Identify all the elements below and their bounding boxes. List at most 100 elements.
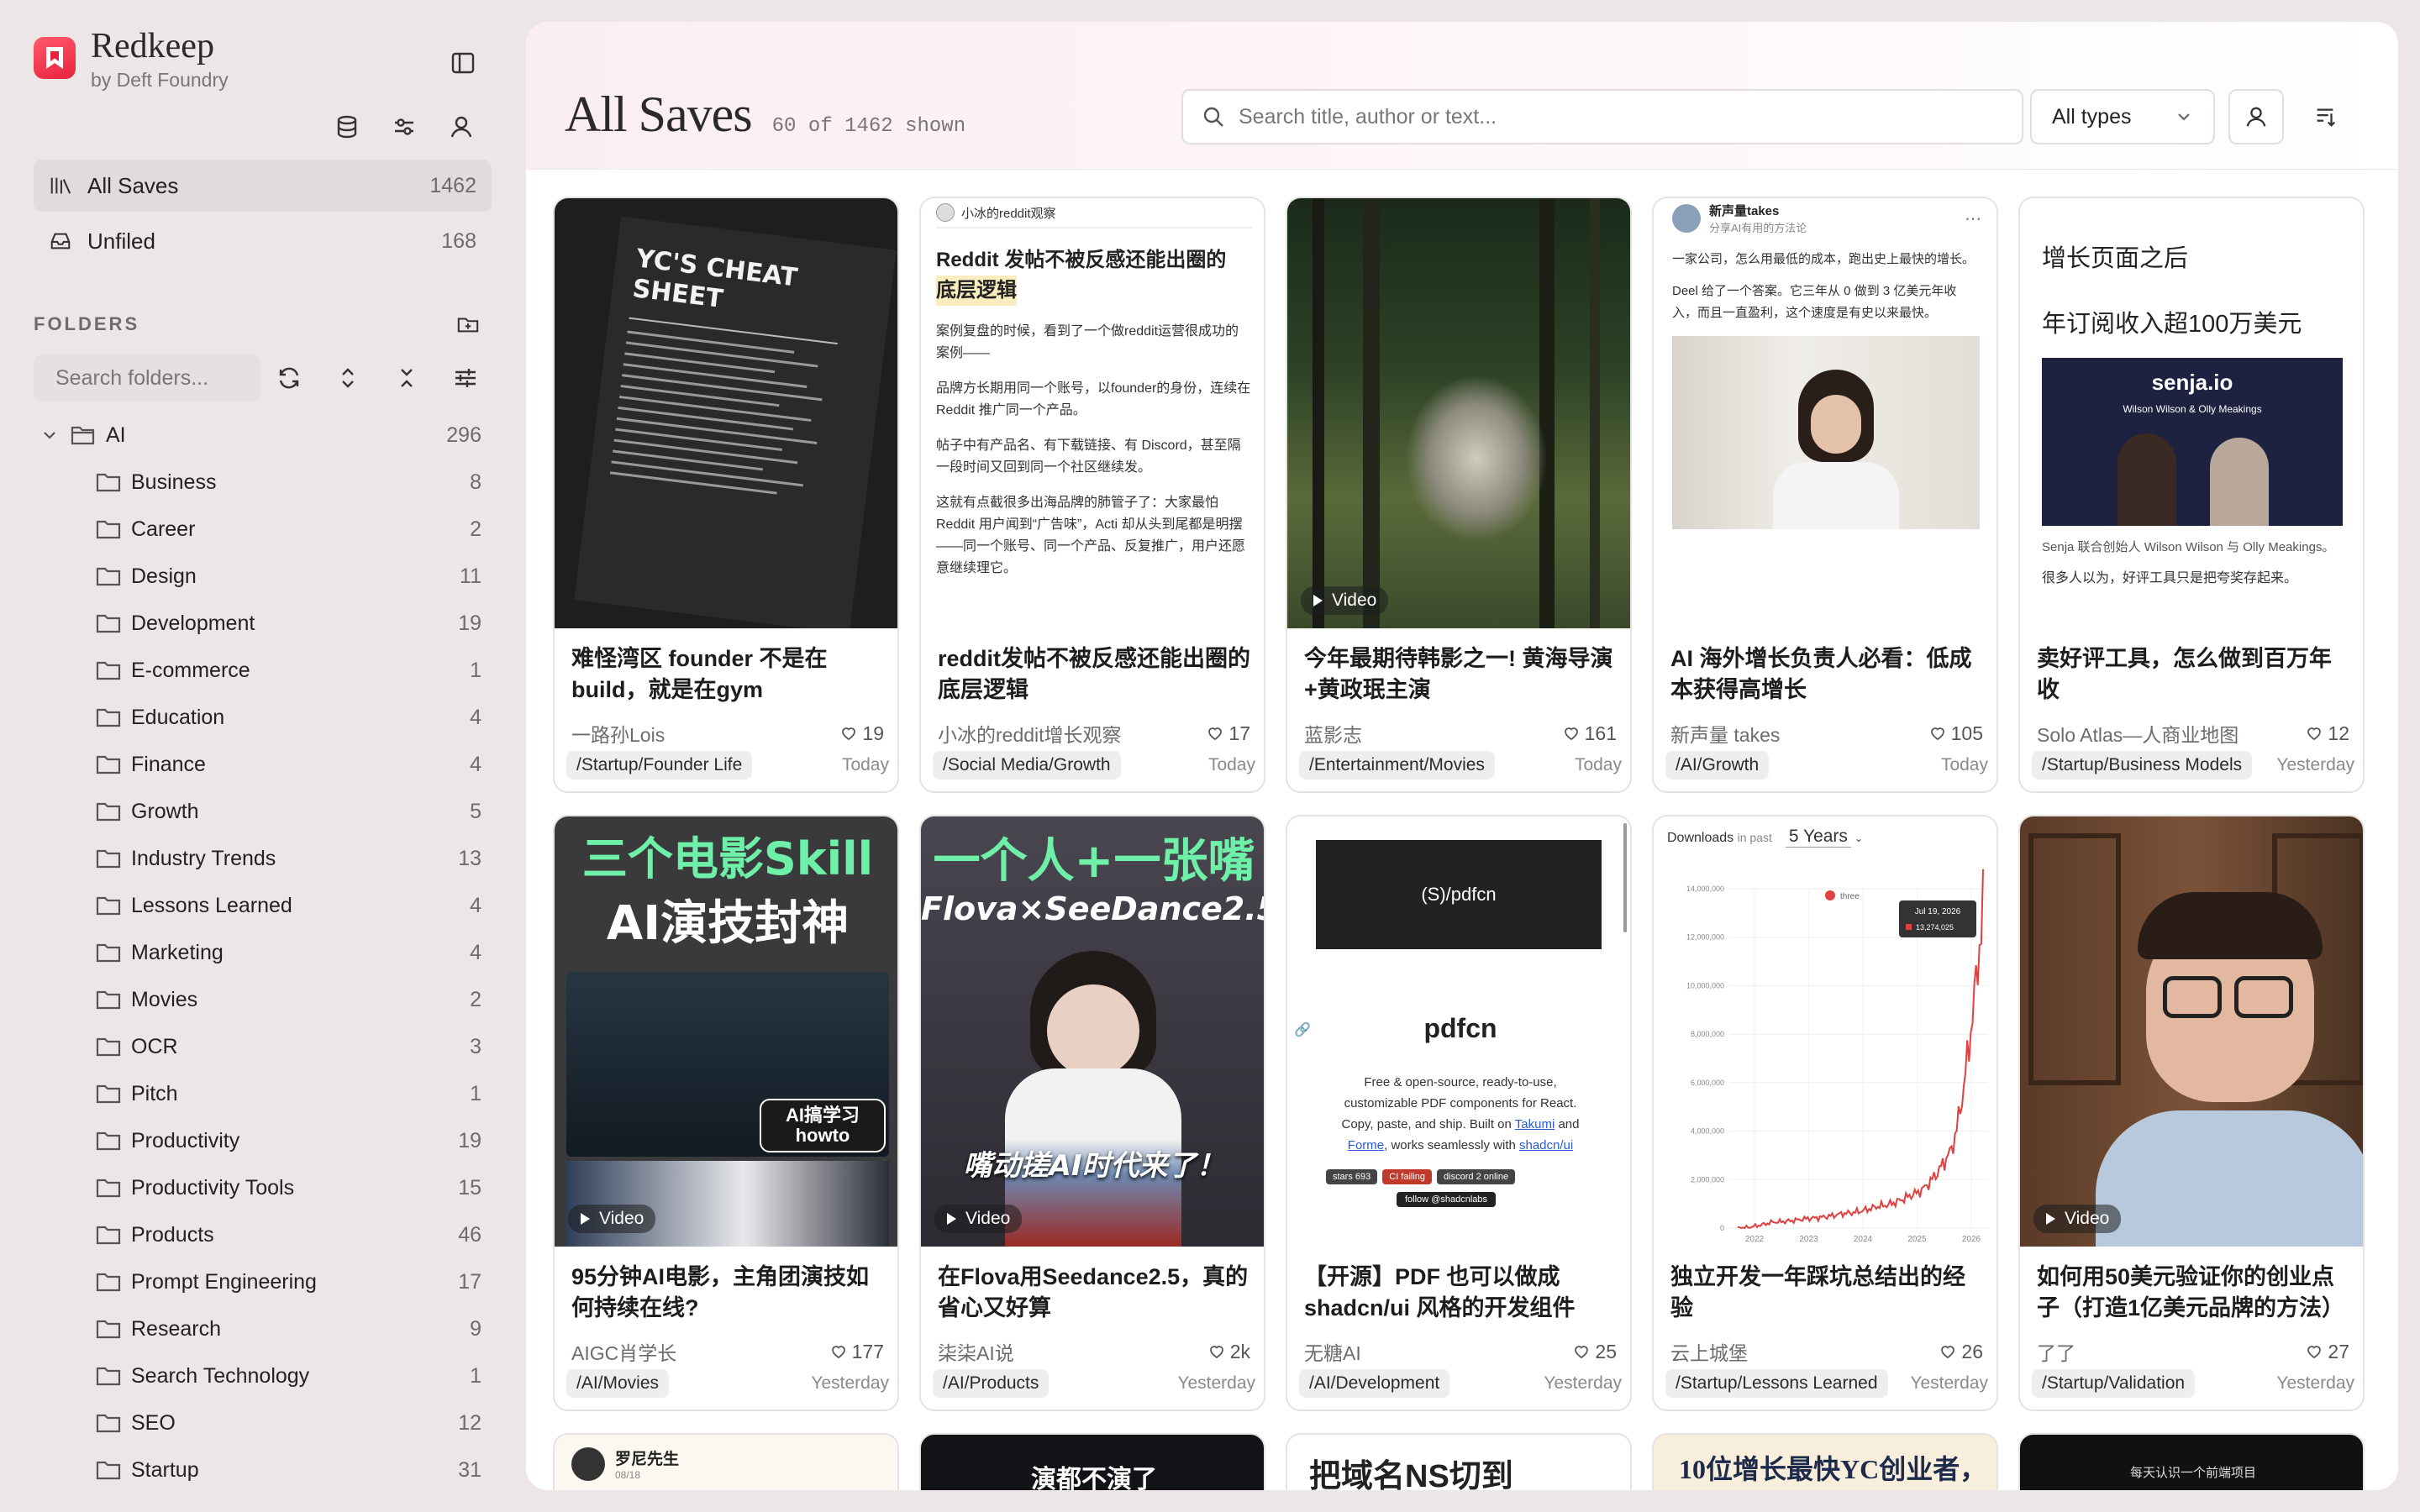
save-card[interactable]: Video 如何用50美元验证你的创业点子（打造1亿美元品牌的方法） 了了 27 … [2018, 815, 2365, 1411]
save-card[interactable]: 三个电影Skill AI演技封神 AI搞学习 howto Video 95分钟A… [553, 815, 899, 1411]
folder-row[interactable]: Finance 4 [34, 741, 492, 788]
save-card[interactable]: 新声量takes 分享AI有用的方法论 ⋯ 一家公司，怎么用最低的成本，跑出史上… [1652, 197, 1998, 793]
folder-row[interactable]: Business 8 [34, 459, 492, 506]
folder-row-ai[interactable]: AI 296 [34, 412, 492, 459]
save-card[interactable]: 10位增长最快YC创业者， [1652, 1433, 1998, 1490]
folder-row[interactable]: Lessons Learned 4 [34, 882, 492, 929]
nav-label: All Saves [87, 172, 179, 198]
save-card[interactable]: Downloads in past 5 Years ⌄ 0 2,000,000 4,… [1652, 815, 1998, 1411]
refresh-icon[interactable] [276, 365, 302, 391]
saves-grid: YC'S CHEAT SHEET 难怪湾区 founder 不是在build，就… [553, 197, 2365, 1490]
folder-row[interactable]: OCR 3 [34, 1023, 492, 1070]
folder-row[interactable]: Development 19 [34, 600, 492, 647]
card-thumbnail: Downloads in past 5 Years ⌄ 0 2,000,000 4,… [1654, 816, 1996, 1247]
folder-row[interactable]: Education 4 [34, 694, 492, 741]
app-name: Redkeep [91, 27, 214, 66]
card-date: Today [1574, 755, 1622, 774]
filter-settings-icon[interactable] [452, 365, 479, 391]
adjustments-icon[interactable] [387, 109, 422, 144]
partial-date: 08/18 [615, 1469, 641, 1481]
chevron-down-icon: ⌄ [1854, 832, 1863, 844]
card-author: 蓝影志 [1304, 724, 1362, 746]
folder-row[interactable]: Search Technology 1 [34, 1352, 492, 1399]
save-card[interactable]: YC'S CHEAT SHEET 难怪湾区 founder 不是在build，就… [553, 197, 899, 793]
user-icon[interactable] [444, 109, 479, 144]
nav-unfiled[interactable]: Unfiled 168 [34, 215, 492, 267]
folder-count: 46 [458, 1222, 481, 1247]
card-likes: 161 [1563, 722, 1617, 745]
folder-row[interactable]: Products 46 [34, 1211, 492, 1258]
search-box[interactable] [1181, 89, 2023, 144]
card-title: 【开源】PDF 也可以做成shadcn/ui 风格的开发组件了。 [1304, 1264, 1576, 1320]
card-folder-chip[interactable]: /Startup/Founder Life [566, 751, 753, 780]
card-folder-chip[interactable]: /Startup/Lessons Learned [1665, 1369, 1888, 1398]
thumb-line: 品牌方长期用同一个账号，以founder的身份，连续在 Reddit 推广同一个… [936, 381, 1251, 417]
folder-row[interactable]: Marketing 4 [34, 929, 492, 976]
avatar [571, 1446, 605, 1481]
card-folder-chip[interactable]: /Entertainment/Movies [1299, 751, 1495, 780]
partial-caption: 每天认识一个前端项目 [2129, 1466, 2256, 1480]
sort-icon [2317, 108, 2336, 127]
database-icon[interactable] [329, 109, 365, 144]
folder-count: 4 [470, 940, 481, 964]
save-card[interactable]: 小冰的reddit观察 Reddit 发帖不被反感还能出圈的 底层逻辑 案例复盘… [919, 197, 1265, 793]
save-card[interactable]: 一个人+一张嘴 Flova×SeeDance2.5 嘴动搓AI时代来了！ Vid… [919, 815, 1265, 1411]
folder-row[interactable]: Startup 31 [34, 1446, 492, 1494]
collapse-all-icon[interactable] [393, 365, 420, 391]
folder-search-input[interactable] [34, 354, 260, 402]
folder-count: 8 [470, 470, 481, 494]
card-folder-chip[interactable]: /Startup/Validation [2032, 1369, 2196, 1398]
folder-row[interactable]: Design 11 [34, 553, 492, 600]
folder-row[interactable]: Productivity Tools 15 [34, 1164, 492, 1211]
folder-row[interactable]: SEO 12 [34, 1399, 492, 1446]
card-folder-chip[interactable]: /Social Media/Growth [933, 751, 1121, 780]
save-card[interactable]: 演都不演了 [919, 1433, 1265, 1490]
save-card[interactable]: 增长页面之后 年订阅收入超100万美元 senja.io Wilson Wils… [2018, 197, 2365, 793]
folder-row[interactable]: Career 2 [34, 506, 492, 553]
results-count: 60 of 1462 shown [771, 115, 966, 138]
nav-label: Unfiled [87, 228, 155, 254]
folder-label: Career [131, 517, 196, 541]
card-likes: 2k [1208, 1341, 1250, 1363]
nav-all-saves[interactable]: All Saves 1462 [34, 160, 492, 212]
card-likes: 25 [1573, 1341, 1617, 1363]
thumb-badge: AI搞学习 howto [760, 1099, 886, 1152]
chevron-down-icon[interactable] [40, 426, 59, 444]
new-folder-icon[interactable] [456, 312, 480, 336]
folder-label: Development [131, 611, 255, 635]
author-filter-button[interactable] [2228, 89, 2284, 144]
folder-row[interactable]: Prompt Engineering 17 [34, 1258, 492, 1305]
thumb-line: 帖子中有产品名、有下载链接、有 Discord，甚至隔一段时间又回到同一个社区继… [936, 438, 1241, 475]
sidebar-toggle-icon[interactable] [445, 45, 481, 81]
folder-row[interactable]: Growth 5 [34, 788, 492, 835]
save-card[interactable]: 把域名NS切到 [1286, 1433, 1632, 1490]
folder-icon [96, 1179, 121, 1198]
thumb-heading: 三个电影Skill [581, 832, 874, 885]
type-filter-select[interactable]: All types [2030, 89, 2215, 144]
expand-all-icon[interactable] [334, 365, 361, 391]
folder-row[interactable]: Research 9 [34, 1305, 492, 1352]
folder-row[interactable]: Pitch 1 [34, 1070, 492, 1117]
folders-title: FOLDERS [34, 313, 140, 334]
save-card[interactable]: (S)/pdfcn 🔗 pdfcn Free & open-source, re… [1286, 815, 1632, 1411]
save-card[interactable]: Video 今年最期待韩影之一! 黄海导演+黄政珉主演 蓝影志 161 /Ente… [1286, 197, 1632, 793]
card-folder-chip[interactable]: /Startup/Business Models [2032, 751, 2253, 780]
card-folder-chip[interactable]: /AI/Development [1299, 1369, 1450, 1398]
card-folder-chip[interactable]: /AI/Movies [566, 1369, 670, 1398]
folder-row[interactable]: Industry Trends 13 [34, 835, 492, 882]
card-folder-chip[interactable]: /AI/Products [933, 1369, 1050, 1398]
search-input[interactable] [1239, 104, 1995, 129]
thumb-line: 一家公司，怎么用最低的成本，跑出史上最快的增长。 [1672, 252, 1975, 266]
folder-row[interactable]: Movies 2 [34, 976, 492, 1023]
sort-button[interactable] [2297, 89, 2353, 144]
folder-icon [96, 520, 121, 539]
folder-row[interactable]: E-commerce 1 [34, 647, 492, 694]
folder-row[interactable]: Productivity 19 [34, 1117, 492, 1164]
save-card[interactable]: 每天认识一个前端项目 [2018, 1433, 2365, 1490]
thumb-heading-2: AI演技封神 [606, 896, 850, 951]
card-folder-chip[interactable]: /AI/Growth [1665, 751, 1770, 780]
save-card[interactable]: 罗尼先生 08/18 [553, 1433, 899, 1490]
folder-search-row [34, 354, 492, 402]
folder-icon [96, 1367, 121, 1386]
repo-badge: discord 2 online [1437, 1169, 1516, 1184]
